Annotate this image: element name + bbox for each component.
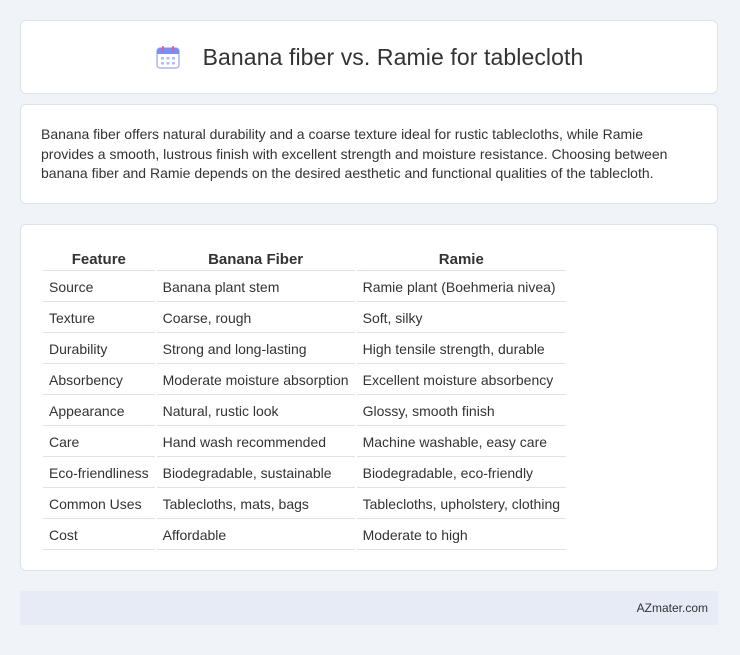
table-cell: Affordable [156, 521, 355, 550]
table-row: Cost Affordable Moderate to high [43, 521, 567, 550]
table-cell: Machine washable, easy care [356, 428, 567, 457]
table-cell: Durability [43, 335, 155, 364]
table-cell: Cost [43, 521, 155, 550]
table-row: Absorbency Moderate moisture absorption … [43, 366, 567, 395]
table-cell: Ramie plant (Boehmeria nivea) [356, 273, 567, 302]
table-cell: Hand wash recommended [156, 428, 355, 457]
table-row: Eco-friendliness Biodegradable, sustaina… [43, 459, 567, 488]
header-feature: Feature [43, 247, 155, 271]
table-cell: Appearance [43, 397, 155, 426]
table-cell: Coarse, rough [156, 304, 355, 333]
table-cell: Biodegradable, eco-friendly [356, 459, 567, 488]
table-cell: Biodegradable, sustainable [156, 459, 355, 488]
table-row: Source Banana plant stem Ramie plant (Bo… [43, 273, 567, 302]
comparison-table: Feature Banana Fiber Ramie Source Banana… [41, 245, 568, 552]
table-cell: Excellent moisture absorbency [356, 366, 567, 395]
calendar-icon [155, 44, 181, 70]
table-cell: Moderate moisture absorption [156, 366, 355, 395]
table-cell: Moderate to high [356, 521, 567, 550]
description-text: Banana fiber offers natural durability a… [41, 126, 668, 181]
table-cell: Natural, rustic look [156, 397, 355, 426]
table-row: Care Hand wash recommended Machine washa… [43, 428, 567, 457]
table-cell: Eco-friendliness [43, 459, 155, 488]
page-title: Banana fiber vs. Ramie for tablecloth [202, 43, 584, 70]
description-card: Banana fiber offers natural durability a… [20, 104, 718, 204]
table-cell: Common Uses [43, 490, 155, 519]
table-cell: Tablecloths, mats, bags [156, 490, 355, 519]
footer: AZmater.com [20, 591, 718, 625]
table-cell: Strong and long-lasting [156, 335, 355, 364]
table-row: Texture Coarse, rough Soft, silky [43, 304, 567, 333]
table-row: Appearance Natural, rustic look Glossy, … [43, 397, 567, 426]
header-ramie: Ramie [356, 247, 567, 271]
table-cell: Absorbency [43, 366, 155, 395]
table-cell: Texture [43, 304, 155, 333]
table-row: Durability Strong and long-lasting High … [43, 335, 567, 364]
table-cell: Glossy, smooth finish [356, 397, 567, 426]
header-banana-fiber: Banana Fiber [156, 247, 355, 271]
footer-brand: AZmater.com [636, 601, 708, 615]
table-cell: Soft, silky [356, 304, 567, 333]
table-cell: Source [43, 273, 155, 302]
table-cell: Banana plant stem [156, 273, 355, 302]
table-row: Common Uses Tablecloths, mats, bags Tabl… [43, 490, 567, 519]
table-cell: Care [43, 428, 155, 457]
table-cell: High tensile strength, durable [356, 335, 567, 364]
title-card: Banana fiber vs. Ramie for tablecloth [20, 20, 718, 94]
comparison-card: Feature Banana Fiber Ramie Source Banana… [20, 224, 718, 571]
table-cell: Tablecloths, upholstery, clothing [356, 490, 567, 519]
table-header-row: Feature Banana Fiber Ramie [43, 247, 567, 271]
